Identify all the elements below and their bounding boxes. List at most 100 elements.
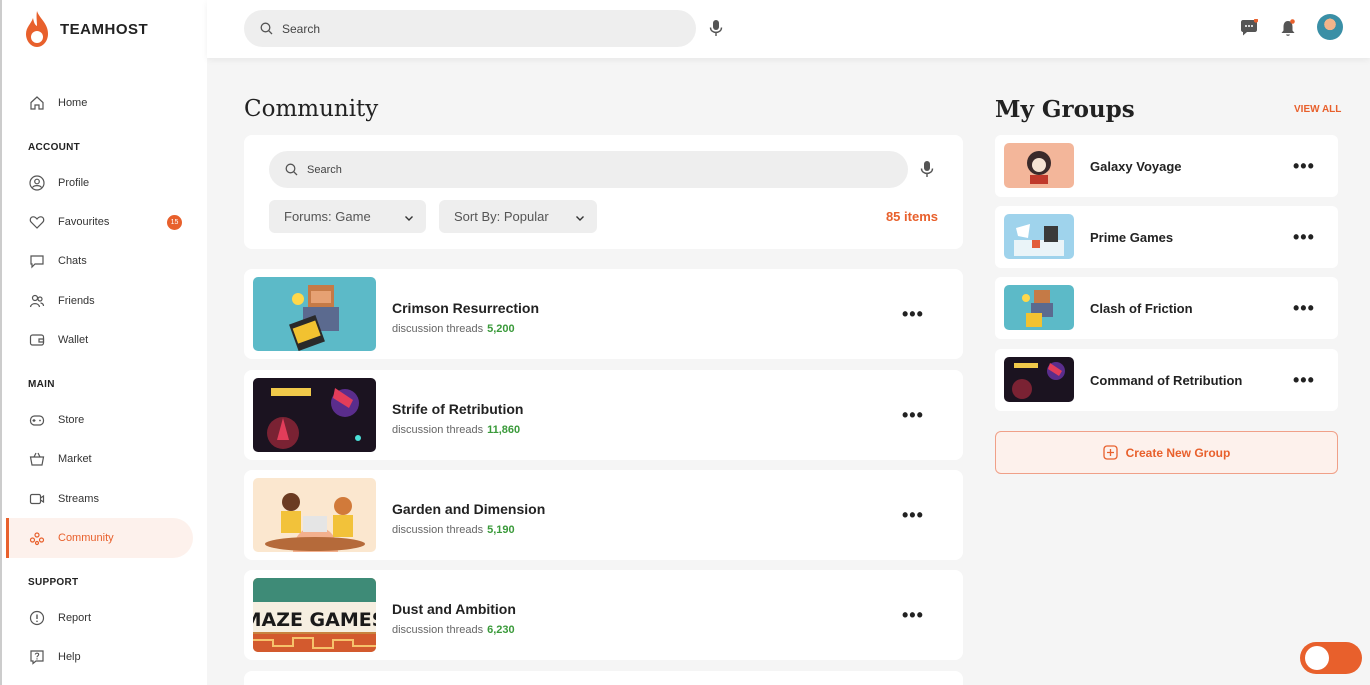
forum-card[interactable]: Strife of Retribution discussion threads… — [244, 370, 963, 460]
more-options-icon[interactable]: ••• — [902, 606, 924, 624]
community-search-input[interactable]: Search — [269, 151, 908, 188]
flame-logo-icon — [26, 11, 48, 47]
group-name: Galaxy Voyage — [1090, 159, 1182, 174]
more-options-icon[interactable]: ••• — [902, 305, 924, 323]
microphone-icon[interactable] — [709, 19, 723, 42]
forum-card[interactable] — [244, 671, 963, 685]
forum-thread-count: 5,200 — [487, 323, 515, 335]
group-thumbnail — [1004, 143, 1074, 188]
sidebar-item-community[interactable]: Community — [6, 518, 193, 558]
sidebar-item-label: Home — [58, 97, 88, 109]
view-all-link[interactable]: VIEW ALL — [1294, 104, 1341, 115]
search-icon — [285, 163, 298, 176]
forum-thumbnail — [253, 378, 376, 452]
sidebar-item-friends[interactable]: Friends — [6, 281, 193, 321]
create-new-group-button[interactable]: Create New Group — [995, 431, 1338, 474]
group-card[interactable]: Clash of Friction ••• — [995, 277, 1338, 339]
forum-meta-label: discussion threads — [392, 624, 484, 636]
community-search-placeholder: Search — [307, 163, 342, 176]
forum-card[interactable]: MAZE GAMES Dust and Ambition discussion … — [244, 570, 963, 660]
sidebar-item-label: Community — [58, 532, 114, 544]
forum-meta: discussion threads 5,200 — [392, 323, 515, 335]
video-icon — [28, 490, 46, 508]
sidebar-item-market[interactable]: Market — [6, 439, 193, 479]
home-icon — [28, 94, 46, 112]
forum-filter-dropdown[interactable]: Forums: Game — [269, 200, 426, 233]
sort-value: Sort By: Popular — [454, 209, 549, 224]
forum-thumbnail — [253, 478, 376, 552]
forum-meta-label: discussion threads — [392, 323, 484, 335]
create-new-group-label: Create New Group — [1125, 445, 1231, 460]
forum-thumbnail — [253, 277, 376, 351]
user-avatar[interactable] — [1317, 14, 1343, 40]
my-groups-title: My Groups — [995, 96, 1135, 123]
group-card[interactable]: Prime Games ••• — [995, 206, 1338, 268]
more-options-icon[interactable]: ••• — [1293, 157, 1315, 175]
forum-meta: discussion threads 6,230 — [392, 624, 515, 636]
group-thumbnail — [1004, 214, 1074, 259]
more-options-icon[interactable]: ••• — [902, 406, 924, 424]
sidebar-item-label: Chats — [58, 255, 87, 267]
more-options-icon[interactable]: ••• — [1293, 228, 1315, 246]
sidebar-item-favourites[interactable]: Favourites — [6, 202, 193, 242]
logo[interactable]: TEAMHOST — [24, 10, 148, 48]
sidebar-item-home[interactable]: Home — [6, 83, 193, 123]
sidebar-item-help[interactable]: Help — [6, 637, 193, 677]
community-icon — [28, 529, 46, 547]
more-options-icon[interactable]: ••• — [902, 506, 924, 524]
chevron-down-icon — [404, 211, 414, 226]
sidebar-item-profile[interactable]: Profile — [6, 163, 193, 203]
messages-icon[interactable] — [1240, 18, 1259, 42]
sidebar-item-label: Wallet — [58, 334, 89, 346]
forum-filter-value: Forums: Game — [284, 209, 371, 224]
group-name: Command of Retribution — [1090, 373, 1243, 388]
forum-meta-label: discussion threads — [392, 424, 484, 436]
sidebar-item-label: Friends — [58, 295, 95, 307]
more-options-icon[interactable]: ••• — [1293, 371, 1315, 389]
forum-thumbnail: MAZE GAMES — [253, 578, 376, 652]
group-name: Prime Games — [1090, 230, 1174, 245]
forum-name: Garden and Dimension — [392, 501, 546, 517]
group-thumbnail — [1004, 285, 1074, 330]
notification-bell-icon[interactable] — [1280, 19, 1296, 42]
forum-thumbnail — [253, 679, 376, 685]
forum-name: Dust and Ambition — [392, 601, 516, 617]
theme-toggle[interactable] — [1300, 642, 1362, 674]
group-card[interactable]: Galaxy Voyage ••• — [995, 135, 1338, 197]
heart-icon — [28, 213, 46, 231]
chat-icon — [28, 252, 46, 270]
sidebar-item-chats[interactable]: Chats — [6, 241, 193, 281]
group-name: Clash of Friction — [1090, 301, 1193, 316]
forum-name: Crimson Resurrection — [392, 300, 540, 316]
forum-card[interactable]: Crimson Resurrection discussion threads 5… — [244, 269, 963, 359]
sidebar-item-wallet[interactable]: Wallet — [6, 320, 193, 360]
wallet-icon — [28, 331, 46, 349]
user-icon — [28, 174, 46, 192]
sidebar: TEAMHOST Home ACCOUNT Profile Favourites… — [0, 0, 207, 685]
more-options-icon[interactable]: ••• — [1293, 299, 1315, 317]
sidebar-item-label: Store — [58, 414, 85, 426]
forum-meta: discussion threads 5,190 — [392, 524, 515, 536]
sidebar-item-streams[interactable]: Streams — [6, 479, 193, 519]
page-title: Community — [244, 96, 379, 122]
sort-dropdown[interactable]: Sort By: Popular — [439, 200, 597, 233]
items-count: 85 items — [885, 209, 938, 224]
favourites-badge: 15 — [167, 215, 182, 230]
sidebar-item-store[interactable]: Store — [6, 400, 193, 440]
sidebar-item-label: Help — [58, 651, 81, 663]
friends-icon — [28, 292, 46, 310]
forum-meta-label: discussion threads — [392, 524, 484, 536]
sidebar-item-label: Market — [58, 453, 92, 465]
top-search-placeholder: Search — [282, 21, 321, 36]
toggle-knob — [1305, 646, 1329, 670]
forum-meta: discussion threads 11,860 — [392, 424, 520, 436]
section-label-support: SUPPORT — [28, 577, 79, 588]
microphone-icon[interactable] — [920, 160, 934, 183]
forum-card[interactable]: Garden and Dimension discussion threads 5… — [244, 470, 963, 560]
svg-text:MAZE GAMES: MAZE GAMES — [253, 609, 376, 631]
group-card[interactable]: Command of Retribution ••• — [995, 349, 1338, 411]
top-search-input[interactable]: Search — [244, 10, 696, 47]
forum-name: Strife of Retribution — [392, 401, 524, 417]
sidebar-item-label: Profile — [58, 177, 90, 189]
sidebar-item-report[interactable]: Report — [6, 598, 193, 638]
